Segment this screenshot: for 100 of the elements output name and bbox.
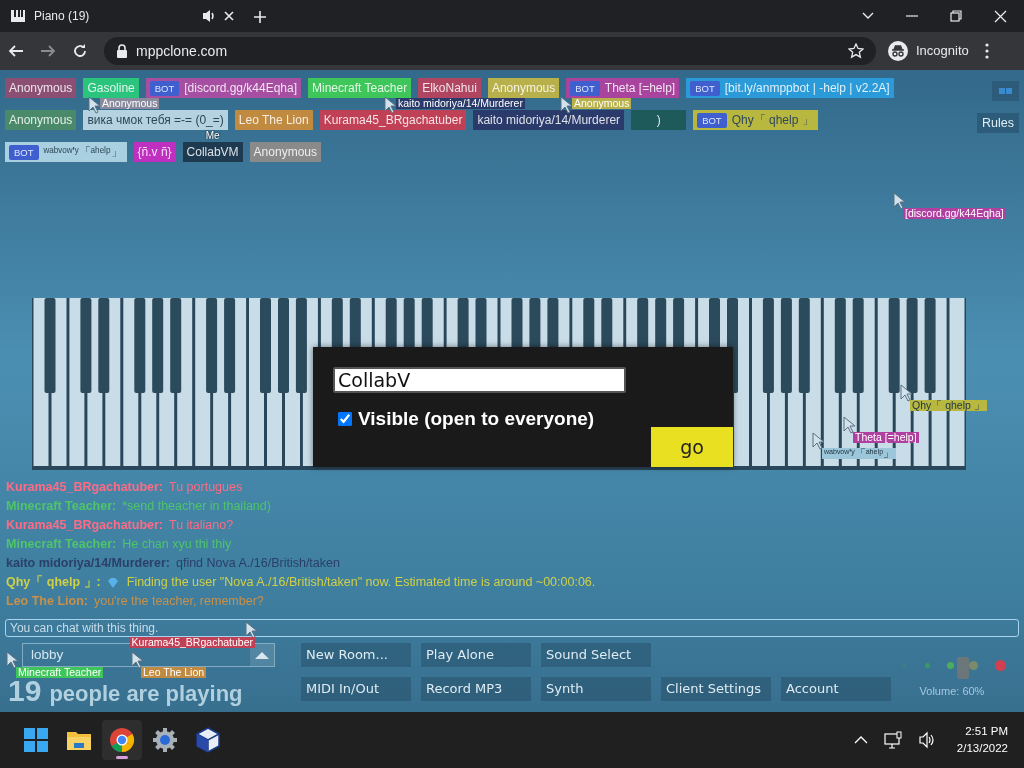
network-icon[interactable]	[883, 731, 902, 749]
participant-tag[interactable]: Anonymous	[249, 142, 321, 162]
windows-start-icon[interactable]	[23, 727, 49, 753]
participant-tag[interactable]: {ñ.v ñ}	[133, 142, 176, 162]
tab-title[interactable]: Piano (19)	[34, 7, 193, 25]
participant-tag[interactable]: BOT Qhy「 qhelp 」	[693, 110, 818, 130]
participant-tag[interactable]: BOT [discord.gg/k44Eqha]	[145, 78, 302, 98]
menu-button[interactable]: Sound Select	[541, 643, 651, 667]
close-icon[interactable]	[994, 9, 1007, 23]
rules-button[interactable]: Rules	[977, 113, 1019, 133]
plus-icon[interactable]	[253, 9, 267, 24]
menu-button[interactable]: Account	[781, 677, 891, 701]
forward-icon[interactable]	[40, 43, 56, 59]
chat-username: Minecraft Teacher:	[6, 498, 117, 515]
visible-checkbox[interactable]	[338, 412, 352, 427]
participant-tag[interactable]: Anonymous	[5, 110, 77, 130]
participant-tag[interactable]: CollabVM	[182, 142, 243, 162]
participant-tag[interactable]: Anonymous	[5, 78, 77, 98]
menu-button[interactable]: Synth	[541, 677, 651, 701]
chat-username: Kurama45_BRgachatuber:	[6, 479, 163, 496]
chevron-up-icon[interactable]	[853, 736, 868, 744]
reload-icon[interactable]	[72, 43, 88, 59]
room-name: lobby	[31, 647, 64, 662]
visible-label: Visible (open to everyone)	[358, 407, 595, 431]
volume-icon[interactable]	[917, 731, 935, 749]
cursor-label: Theta [=help]	[853, 432, 919, 443]
restore-icon[interactable]	[950, 10, 962, 22]
volume-dot	[947, 662, 954, 669]
view-toggle-button[interactable]	[992, 81, 1019, 101]
go-button[interactable]: go	[651, 427, 733, 467]
cursor-icon	[812, 432, 825, 450]
cursor-label: [discord.gg/k44Eqha]	[903, 208, 1006, 219]
menu-button[interactable]: MIDI In/Out	[301, 677, 411, 701]
participant-tag[interactable]: BOT [bit.ly/anmppbot | -help | v2.2A]	[686, 78, 894, 98]
bot-badge: BOT	[697, 112, 727, 128]
volume-dot	[969, 661, 978, 670]
volume-dot	[925, 663, 930, 668]
gear-icon[interactable]	[152, 727, 178, 753]
chat-username: kaito midoriya/14/Murderer:	[6, 555, 170, 572]
cursor-icon	[131, 651, 144, 669]
cursor-icon	[384, 96, 397, 114]
star-icon[interactable]	[848, 43, 864, 59]
cursor-label: kaito midoriya/14/Murderer	[396, 98, 525, 109]
chat-message: qfind Nova A./16/British/taken	[175, 555, 340, 572]
chat-message: you're the teacher, remember?	[93, 593, 264, 610]
participant-tag[interactable]: Kurama45_BRgachatuber	[319, 110, 467, 130]
cursor-label: Minecraft Teacher	[16, 667, 104, 678]
back-icon[interactable]	[8, 43, 24, 59]
player-count: 19	[8, 678, 42, 704]
participant-name: [bit.ly/anmppbot | -help | v2.2A]	[724, 80, 890, 97]
lock-icon[interactable]	[116, 43, 128, 59]
cursor-label: Kurama45_BRgachatuber	[129, 637, 255, 648]
participant-tag[interactable]: )	[631, 110, 687, 130]
piano-icon	[10, 8, 26, 24]
bot-badge: BOT	[570, 80, 600, 96]
clock-date[interactable]: 2/13/2022	[956, 740, 1008, 757]
cursor-label: Anonymous	[100, 98, 160, 109]
incognito-label[interactable]: Incognito	[916, 41, 969, 61]
slider-thumb[interactable]	[957, 657, 969, 679]
clock-time[interactable]: 2:51 PM	[956, 723, 1008, 740]
cube-icon[interactable]	[195, 727, 221, 753]
participant-tag[interactable]: ElkoNahui	[418, 78, 481, 98]
participant-tag[interactable]: вика чмок тебя =-= (0_=)	[83, 110, 228, 130]
cursor-icon	[6, 651, 19, 669]
bot-badge: BOT	[9, 144, 39, 160]
piano-key[interactable]	[295, 298, 307, 393]
chat-username: Kurama45_BRgachatuber:	[6, 517, 163, 534]
participant-name: [discord.gg/k44Eqha]	[184, 80, 298, 97]
room-name-field[interactable]: CollabV	[333, 367, 626, 393]
cursor-icon	[900, 384, 913, 402]
incognito-icon[interactable]	[888, 41, 908, 61]
grid-icon	[999, 87, 1012, 96]
participant-tag[interactable]: BOT ʷᵃᵇᵛᵒʷ'ʸ「ᵃʰᵉˡᵖ」	[5, 142, 127, 162]
cursor-icon	[893, 192, 906, 210]
participant-tag[interactable]: BOT Theta [=help]	[566, 78, 680, 98]
cursor-icon	[88, 96, 101, 114]
menu-button[interactable]: Play Alone	[421, 643, 531, 667]
chat-input[interactable]: You can chat with this thing.	[5, 619, 1019, 637]
bot-badge: BOT	[690, 80, 720, 96]
participant-name: ʷᵃᵇᵛᵒʷ'ʸ「ᵃʰᵉˡᵖ」	[43, 144, 123, 161]
speaker-icon[interactable]	[201, 8, 215, 24]
chat-message: He chan xyu thi thiy	[122, 536, 232, 553]
cursor-label: Qhy「 qhelp 」	[910, 400, 987, 411]
chevron-down-icon[interactable]	[862, 12, 874, 20]
caret-icon[interactable]	[255, 650, 269, 660]
participant-tag[interactable]: kaito midoriya/14/Murderer	[473, 110, 625, 130]
cursor-icon	[245, 621, 258, 639]
menu-button[interactable]: Client Settings	[661, 677, 771, 701]
chrome-icon[interactable]	[109, 727, 135, 753]
chat-message: Tu portugues	[169, 479, 243, 496]
chat-message: Tu italiano?	[169, 517, 234, 534]
menu-button[interactable]: Record MP3	[421, 677, 531, 701]
bot-badge: BOT	[149, 80, 180, 96]
menu-button[interactable]: New Room...	[301, 643, 411, 667]
me-label: Me	[205, 131, 220, 141]
chat-username: Leo The Lion:	[6, 593, 88, 610]
cursor-label: Leo The Lion	[141, 667, 207, 678]
menu-icon[interactable]	[984, 43, 989, 59]
participant-name: Qhy「 qhelp 」	[731, 112, 814, 129]
close-icon[interactable]	[223, 10, 235, 22]
